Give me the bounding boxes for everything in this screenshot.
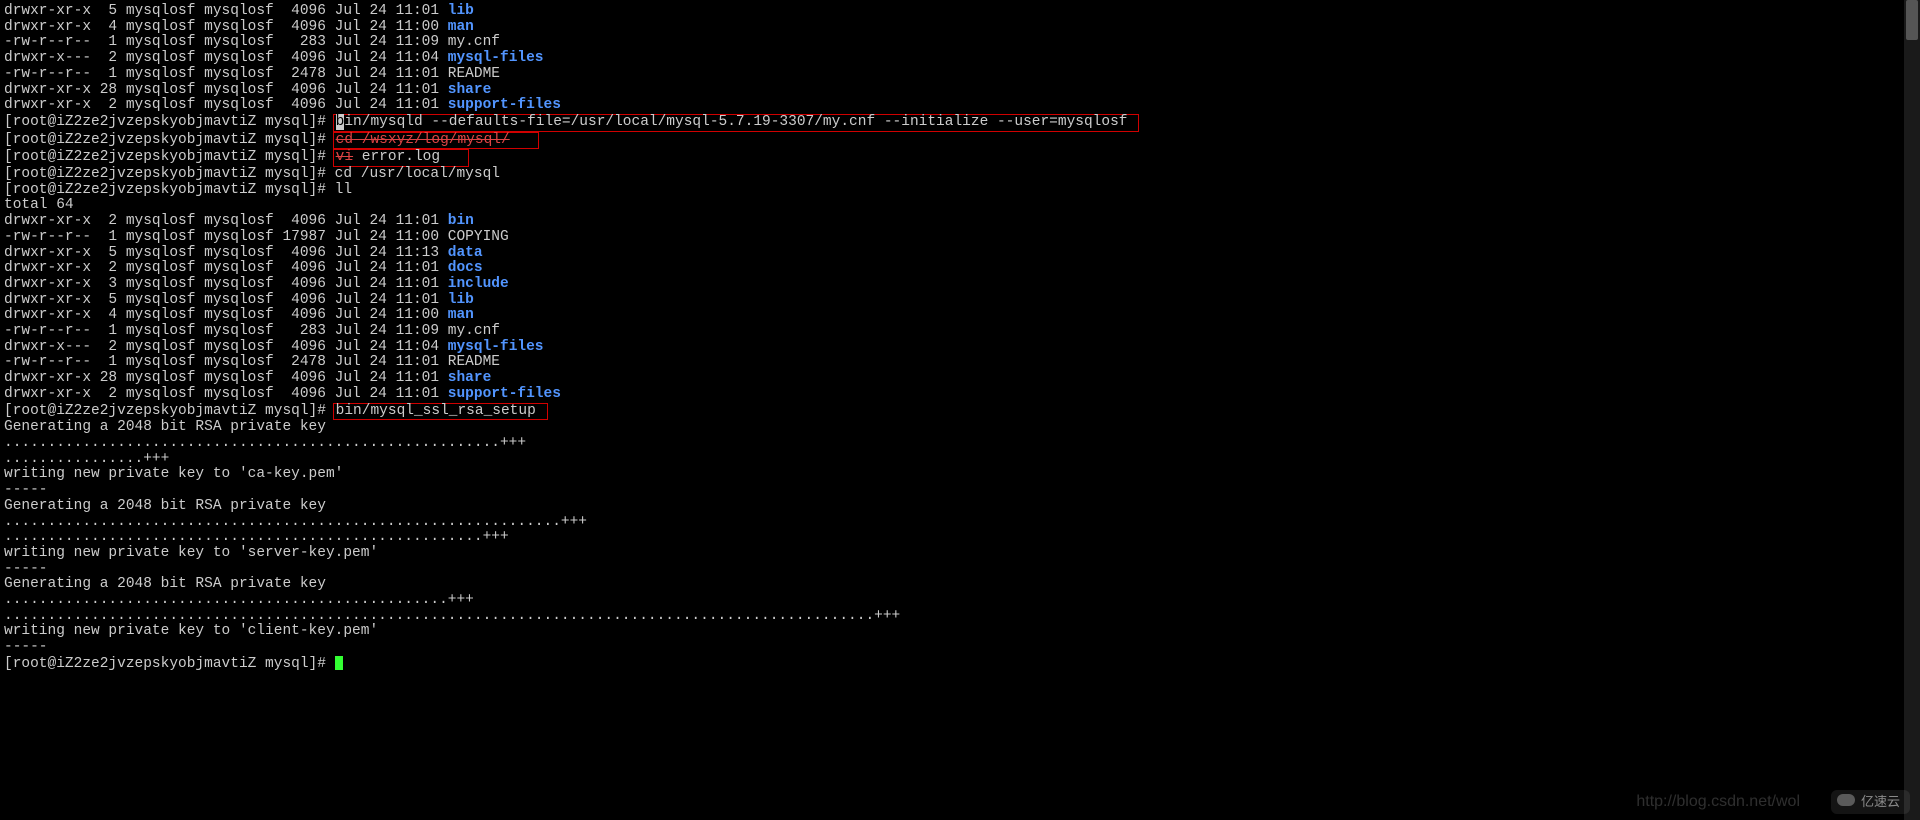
highlight-box: bin/mysqld --defaults-file=/usr/local/my… xyxy=(333,114,1140,132)
ls-row: drwxr-xr-x 4 mysqlosf mysqlosf 4096 Jul … xyxy=(4,20,1139,36)
prompt-line: [root@iZ2ze2jvzepskyobjmavtiZ mysql]# bi… xyxy=(4,114,1139,132)
scrollbar-thumb[interactable] xyxy=(1906,0,1918,40)
ls-row: drwxr-xr-x 28 mysqlosf mysqlosf 4096 Jul… xyxy=(4,371,1139,387)
output-line: ........................................… xyxy=(4,436,1139,452)
ls-row: -rw-r--r-- 1 mysqlosf mysqlosf 17987 Jul… xyxy=(4,230,1139,246)
ls-row: drwxr-xr-x 3 mysqlosf mysqlosf 4096 Jul … xyxy=(4,277,1139,293)
output-line: ----- xyxy=(4,562,1139,578)
output-line: Generating a 2048 bit RSA private key xyxy=(4,420,1139,436)
ls-row: drwxr-xr-x 2 mysqlosf mysqlosf 4096 Jul … xyxy=(4,214,1139,230)
ls-row: drwxr-xr-x 2 mysqlosf mysqlosf 4096 Jul … xyxy=(4,261,1139,277)
cloud-icon xyxy=(1837,794,1855,806)
total-line: total 64 xyxy=(4,198,1139,214)
ls-row: drwxr-xr-x 5 mysqlosf mysqlosf 4096 Jul … xyxy=(4,4,1139,20)
highlight-box: vi error.log xyxy=(333,149,470,167)
prompt-line[interactable]: [root@iZ2ze2jvzepskyobjmavtiZ mysql]# xyxy=(4,656,1139,673)
prompt-line: [root@iZ2ze2jvzepskyobjmavtiZ mysql]# vi… xyxy=(4,149,1139,167)
output-line: ----- xyxy=(4,483,1139,499)
watermark-yisu: 亿速云 xyxy=(1831,790,1910,814)
output-line: ................+++ xyxy=(4,452,1139,468)
terminal-output[interactable]: drwxr-xr-x 5 mysqlosf mysqlosf 4096 Jul … xyxy=(4,4,1139,672)
ls-row: -rw-r--r-- 1 mysqlosf mysqlosf 2478 Jul … xyxy=(4,67,1139,83)
output-line: writing new private key to 'server-key.p… xyxy=(4,546,1139,562)
ls-row: drwxr-x--- 2 mysqlosf mysqlosf 4096 Jul … xyxy=(4,340,1139,356)
ls-row: drwxr-xr-x 2 mysqlosf mysqlosf 4096 Jul … xyxy=(4,387,1139,403)
output-line: ........................................… xyxy=(4,515,1139,531)
prompt-line: [root@iZ2ze2jvzepskyobjmavtiZ mysql]# bi… xyxy=(4,403,1139,421)
watermark-csdn: http://blog.csdn.net/wol xyxy=(1636,794,1800,810)
output-line: writing new private key to 'client-key.p… xyxy=(4,624,1139,640)
ls-row: drwxr-xr-x 28 mysqlosf mysqlosf 4096 Jul… xyxy=(4,83,1139,99)
output-line: Generating a 2048 bit RSA private key xyxy=(4,577,1139,593)
ls-row: -rw-r--r-- 1 mysqlosf mysqlosf 283 Jul 2… xyxy=(4,35,1139,51)
prompt-line: [root@iZ2ze2jvzepskyobjmavtiZ mysql]# cd… xyxy=(4,132,1139,150)
ls-row: -rw-r--r-- 1 mysqlosf mysqlosf 2478 Jul … xyxy=(4,355,1139,371)
ls-row: drwxr-xr-x 5 mysqlosf mysqlosf 4096 Jul … xyxy=(4,246,1139,262)
highlight-box: bin/mysql_ssl_rsa_setup xyxy=(333,403,548,421)
output-line: ........................................… xyxy=(4,593,1139,609)
prompt-line: [root@iZ2ze2jvzepskyobjmavtiZ mysql]# cd… xyxy=(4,167,1139,183)
ls-row: drwxr-xr-x 2 mysqlosf mysqlosf 4096 Jul … xyxy=(4,98,1139,114)
output-line: writing new private key to 'ca-key.pem' xyxy=(4,467,1139,483)
prompt-line: [root@iZ2ze2jvzepskyobjmavtiZ mysql]# ll xyxy=(4,183,1139,199)
output-line: Generating a 2048 bit RSA private key xyxy=(4,499,1139,515)
output-line: ----- xyxy=(4,640,1139,656)
ls-row: drwxr-xr-x 4 mysqlosf mysqlosf 4096 Jul … xyxy=(4,308,1139,324)
ls-row: -rw-r--r-- 1 mysqlosf mysqlosf 283 Jul 2… xyxy=(4,324,1139,340)
ls-row: drwxr-x--- 2 mysqlosf mysqlosf 4096 Jul … xyxy=(4,51,1139,67)
ls-row: drwxr-xr-x 5 mysqlosf mysqlosf 4096 Jul … xyxy=(4,293,1139,309)
scrollbar[interactable] xyxy=(1904,0,1920,820)
highlight-box: cd /wsxyz/log/mysql/ xyxy=(333,132,539,150)
output-line: ........................................… xyxy=(4,609,1139,625)
output-line: ........................................… xyxy=(4,530,1139,546)
cursor xyxy=(335,656,343,670)
